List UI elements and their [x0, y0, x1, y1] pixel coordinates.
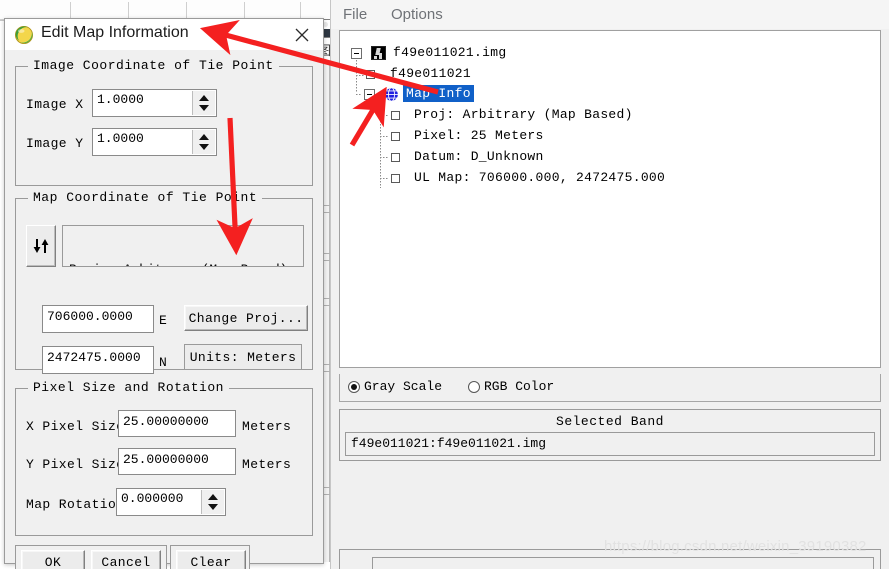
menu-options[interactable]: Options	[391, 6, 443, 23]
label-image-x: Image X	[26, 97, 84, 112]
tree-label-proj: Proj: Arbitrary (Map Based)	[414, 107, 633, 122]
radio-rgb-color-indicator[interactable]	[468, 381, 480, 393]
watermark-text: https://blog.csdn.net/weixin_39190382	[604, 538, 867, 555]
tree-label-datum: Datum: D_Unknown	[414, 149, 544, 164]
tree-label-map-info: Map Info	[403, 85, 474, 102]
projection-line: Proj : Arbitrary (Map Based)	[69, 262, 297, 266]
ok-button[interactable]: OK	[21, 550, 85, 569]
cancel-button[interactable]: Cancel	[91, 550, 161, 569]
tree-label-ul-map: UL Map: 706000.000, 2472475.000	[414, 170, 666, 185]
tree-label-pixel: Pixel: 25 Meters	[414, 128, 544, 143]
clear-button[interactable]: Clear	[176, 550, 246, 569]
y-pixel-size-input[interactable]: 25.00000000	[118, 448, 236, 475]
globe-icon	[384, 87, 399, 102]
leaf-checkbox-icon[interactable]	[391, 174, 400, 183]
radio-gray-scale-indicator[interactable]	[348, 381, 360, 393]
envi-globe-icon	[14, 25, 34, 45]
radio-gray-scale-label: Gray Scale	[364, 379, 443, 394]
dialog-titlebar: Edit Map Information	[5, 19, 323, 50]
clear-button-group: Clear	[170, 545, 250, 569]
label-y-pixel-size: Y Pixel Size	[26, 457, 125, 472]
easting-suffix-label: E	[159, 313, 168, 328]
units-button[interactable]: Units: Meters	[184, 344, 302, 370]
group-map-coordinate-title: Map Coordinate of Tie Point	[28, 190, 263, 205]
leaf-checkbox-icon[interactable]	[366, 70, 375, 79]
map-rotation-stepper[interactable]: 0.000000	[116, 488, 226, 516]
expander-collapse-icon-map-info[interactable]	[364, 89, 375, 100]
swap-up-down-icon[interactable]	[26, 225, 56, 267]
tree-label-image: f49e011021.img	[393, 45, 507, 60]
bands-tree[interactable]: f49e011021.img f49e011021 Map Info Proj:…	[339, 30, 881, 368]
selected-band-title: Selected Band	[556, 414, 664, 429]
selected-band-value: f49e011021:f49e011021.img	[345, 432, 875, 456]
easting-input[interactable]: 706000.0000	[42, 305, 154, 333]
northing-input[interactable]: 2472475.0000	[42, 346, 154, 374]
image-x-spinner-icon[interactable]	[192, 91, 215, 115]
y-pixel-size-units: Meters	[242, 457, 292, 472]
edit-map-information-dialog: Edit Map Information Image Coordinate of…	[4, 18, 324, 569]
leaf-checkbox-icon[interactable]	[391, 132, 400, 141]
menu-file[interactable]: File	[343, 6, 367, 23]
dialog-title: Edit Map Information	[41, 24, 189, 41]
leaf-checkbox-icon[interactable]	[391, 153, 400, 162]
group-map-coordinate: Map Coordinate of Tie Point Proj : Arbit…	[15, 190, 313, 374]
map-rotation-value: 0.000000	[121, 491, 184, 506]
x-pixel-size-units: Meters	[242, 419, 292, 434]
dialog-body: Image Coordinate of Tie Point Image X 1.…	[5, 50, 323, 569]
label-image-y: Image Y	[26, 136, 84, 151]
group-pixel-size-title: Pixel Size and Rotation	[28, 380, 229, 395]
menubar: File Options	[331, 0, 889, 29]
selected-band-group: Selected Band f49e011021:f49e011021.img	[339, 409, 881, 461]
map-rotation-spinner-icon[interactable]	[201, 490, 224, 514]
close-icon[interactable]	[291, 25, 313, 45]
x-pixel-size-input[interactable]: 25.00000000	[118, 410, 236, 437]
leaf-checkbox-icon[interactable]	[391, 111, 400, 120]
image-y-spinner-icon[interactable]	[192, 130, 215, 154]
image-x-value: 1.0000	[97, 92, 144, 107]
image-x-stepper[interactable]: 1.0000	[92, 89, 217, 117]
expander-collapse-icon[interactable]	[351, 48, 362, 59]
northing-suffix-label: N	[159, 355, 168, 370]
available-bands-panel: File Options f49e011021.img f49e011021 M…	[330, 0, 889, 569]
tree-label-band: f49e011021	[390, 66, 472, 81]
group-pixel-size-rotation: Pixel Size and Rotation X Pixel Size 25.…	[15, 380, 313, 536]
screen-root: 图片 Edit Map Information	[0, 0, 889, 569]
image-thumbnail-icon	[371, 46, 386, 60]
background-toolbar-strip	[0, 0, 330, 20]
image-y-stepper[interactable]: 1.0000	[92, 128, 217, 156]
primary-button-group: OK Cancel	[15, 545, 167, 569]
image-y-value: 1.0000	[97, 131, 144, 146]
display-mode-group: Gray Scale RGB Color	[339, 374, 881, 402]
label-map-rotation: Map Rotation	[26, 497, 125, 512]
radio-rgb-color-label: RGB Color	[484, 379, 555, 394]
label-x-pixel-size: X Pixel Size	[26, 419, 125, 434]
group-image-coordinate: Image Coordinate of Tie Point Image X 1.…	[15, 58, 313, 186]
projection-summary: Proj : Arbitrary (Map Based) Datum: D_Un…	[62, 225, 304, 267]
group-image-coordinate-title: Image Coordinate of Tie Point	[28, 58, 279, 73]
bottom-partial-field	[372, 557, 874, 569]
change-proj-button[interactable]: Change Proj...	[184, 305, 308, 331]
